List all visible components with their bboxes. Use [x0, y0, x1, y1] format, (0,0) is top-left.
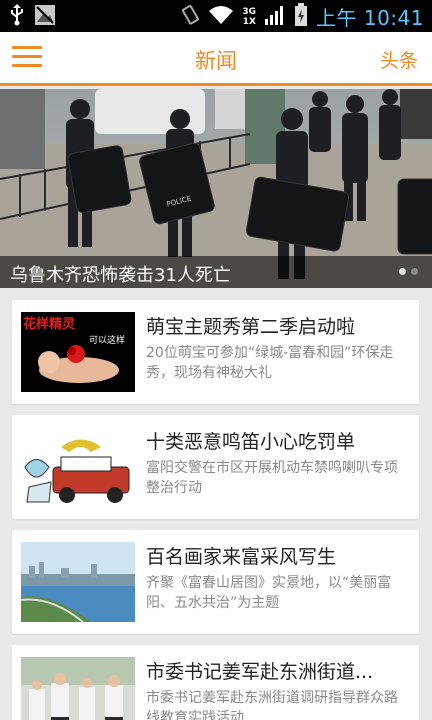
news-thumbnail	[21, 427, 135, 507]
news-thumbnail	[21, 542, 135, 622]
thumb-title: 花样精灵	[23, 316, 76, 332]
news-item[interactable]: 花样精灵 可以这样 萌宝主题秀第二季启动啦 20位萌宝可参加“绿城-富春和园”环…	[12, 300, 419, 404]
clock: 上午 10:41	[316, 6, 424, 30]
wifi-icon	[208, 4, 234, 30]
status-bar: 3G 1X 上午 10:41	[0, 0, 432, 32]
news-item[interactable]: 市委书记姜军赴东洲街道... 市委书记姜军赴东洲街道调研指导群众路线教育实践活动	[12, 645, 419, 720]
news-summary: 20位萌宝可参加“绿城-富春和园”环保走秀，现场有神秘大礼	[146, 345, 394, 381]
hero-caption: 乌鲁木齐恐怖袭击31人死亡	[10, 265, 231, 286]
hero-banner[interactable]: POLICE 乌鲁木齐恐怖袭击31人死亡	[0, 89, 432, 288]
news-title: 萌宝主题秀第二季启动啦	[146, 316, 356, 338]
thumb-subtitle: 可以这样	[89, 334, 125, 346]
carousel-dot[interactable]	[399, 268, 406, 275]
image-icon	[34, 4, 56, 30]
news-item[interactable]: 百名画家来富采风写生 齐聚《富春山居图》实景地，以“美丽富阳、五水共治”为主题	[12, 530, 419, 634]
vibrate-icon	[180, 4, 200, 30]
news-item[interactable]: 十类恶意鸣笛小心吃罚单 富阳交警在市区开展机动车禁鸣喇叭专项整治行动	[12, 415, 419, 519]
carousel-indicator	[399, 268, 418, 275]
news-title: 十类恶意鸣笛小心吃罚单	[146, 431, 356, 453]
hero-caption-bar: 乌鲁木齐恐怖袭击31人死亡	[0, 256, 432, 288]
page-title: 新闻	[195, 49, 237, 73]
news-summary: 市委书记姜军赴东洲街道调研指导群众路线教育实践活动	[146, 690, 398, 720]
news-thumbnail	[21, 657, 135, 720]
news-summary: 富阳交警在市区开展机动车禁鸣喇叭专项整治行动	[146, 460, 398, 496]
signal-icon	[264, 4, 286, 30]
carousel-dot[interactable]	[411, 268, 418, 275]
network-type-bottom: 1X	[242, 16, 256, 27]
usb-icon	[10, 4, 24, 30]
news-thumbnail: 花样精灵 可以这样	[21, 312, 135, 392]
news-summary: 齐聚《富春山居图》实景地，以“美丽富阳、五水共治”为主题	[146, 575, 392, 611]
battery-icon	[294, 2, 308, 31]
network-type-top: 3G	[242, 6, 256, 17]
news-title: 百名画家来富采风写生	[146, 546, 337, 568]
app-header: 新闻 头条	[0, 32, 432, 86]
headline-button[interactable]: 头条	[380, 46, 418, 73]
news-title: 市委书记姜军赴东洲街道...	[146, 661, 374, 683]
